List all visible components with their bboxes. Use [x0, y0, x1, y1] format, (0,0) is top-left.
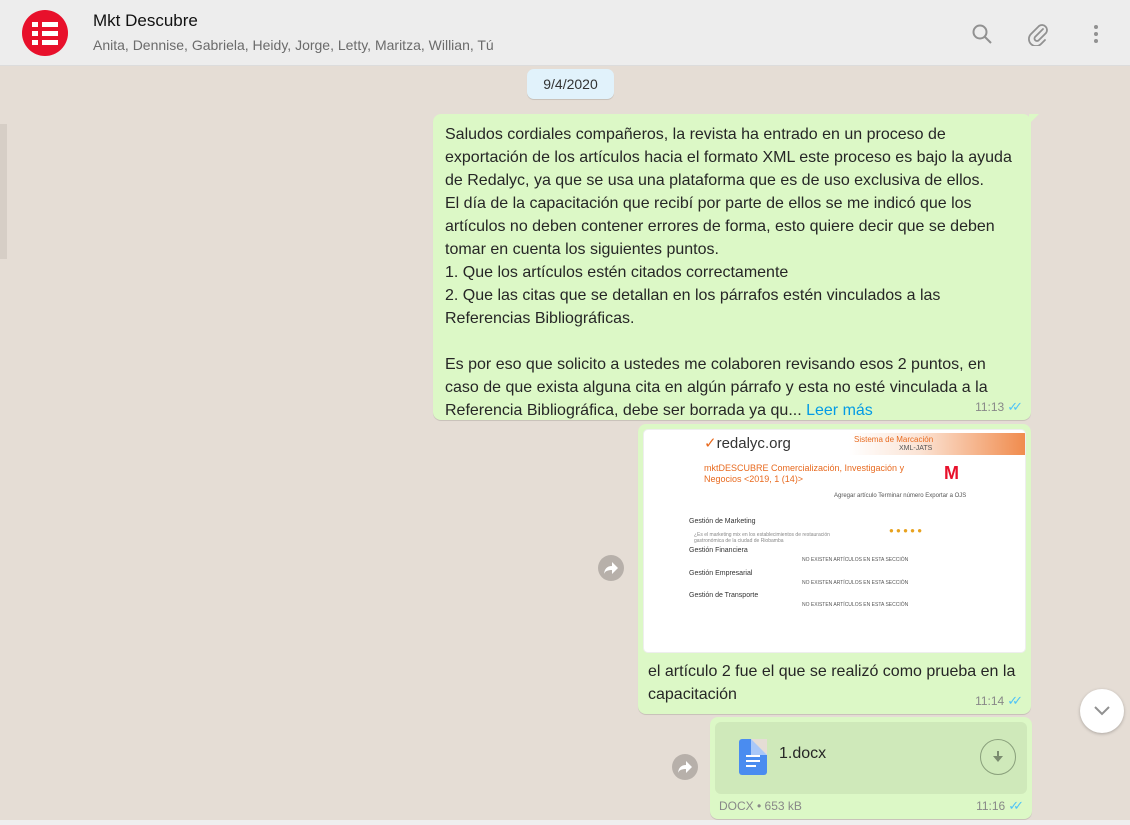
image-caption: el artículo 2 fue el que se realizó como… — [648, 660, 1023, 706]
xml-label: XML-JATS — [899, 445, 933, 452]
outgoing-message[interactable]: Saludos cordiales compañeros, la revista… — [433, 114, 1039, 422]
section-name: Gestión de Transporte — [689, 592, 759, 599]
system-label: Sistema de Marcación — [854, 435, 934, 444]
section-name: Gestión de Marketing — [689, 518, 756, 525]
message-meta: 11:16 ✓✓ — [976, 798, 1024, 814]
composer-edge — [0, 820, 1130, 825]
forward-icon[interactable] — [598, 555, 624, 581]
journal-title: mktDESCUBRE Comercialización, Investigac… — [704, 463, 905, 484]
message-time: 11:14 — [975, 694, 1005, 708]
message-text: Saludos cordiales compañeros, la revista… — [445, 123, 1025, 422]
section-empty: NO EXISTEN ARTÍCULOS EN ESTA SECCIÓN — [802, 580, 909, 586]
section-name: Gestión Financiera — [689, 547, 748, 554]
logo-left: redalyc — [716, 435, 765, 452]
image-thumbnail[interactable]: ✓redalyc.org Sistema de Marcación XML-JA… — [643, 429, 1026, 653]
document-info: DOCX • 653 kB — [719, 799, 802, 813]
chat-members[interactable]: Anita, Dennise, Gabriela, Heidy, Jorge, … — [93, 37, 494, 53]
scroll-indicator — [0, 124, 7, 259]
download-icon[interactable] — [980, 739, 1016, 775]
document-card[interactable]: 1.docx — [715, 722, 1027, 794]
date-chip: 9/4/2020 — [527, 69, 614, 99]
document-filename: 1.docx — [779, 745, 827, 762]
journal-logo: M — [944, 463, 959, 483]
section-empty: NO EXISTEN ARTÍCULOS EN ESTA SECCIÓN — [802, 602, 909, 608]
outgoing-image-message[interactable]: ✓redalyc.org Sistema de Marcación XML-JA… — [638, 424, 1031, 714]
read-receipt-icon: ✓✓ — [1008, 798, 1024, 813]
message-meta: 11:13 ✓✓ — [975, 399, 1023, 415]
chat-header: Mkt Descubre Anita, Dennise, Gabriela, H… — [0, 0, 1130, 66]
read-receipt-icon: ✓✓ — [1007, 693, 1023, 708]
message-time: 11:16 — [976, 799, 1006, 813]
message-body: Saludos cordiales compañeros, la revista… — [445, 126, 1012, 419]
outgoing-document-message[interactable]: 1.docx DOCX • 653 kB 11:16 ✓✓ — [710, 717, 1032, 819]
redalyc-logo: ✓redalyc.org — [704, 435, 791, 452]
read-receipt-icon: ✓✓ — [1007, 399, 1023, 414]
read-more-link[interactable]: Leer más — [806, 402, 873, 419]
message-time: 11:13 — [975, 400, 1005, 414]
document-icon — [739, 739, 767, 775]
menu-icon[interactable] — [1083, 21, 1109, 47]
caption-text: el artículo 2 fue el que se realizó como… — [648, 663, 1016, 703]
section-empty: NO EXISTEN ARTÍCULOS EN ESTA SECCIÓN — [802, 557, 909, 563]
search-icon[interactable] — [969, 21, 995, 47]
bubble-tail — [1029, 114, 1039, 124]
scroll-down-button[interactable] — [1080, 689, 1124, 733]
message-list[interactable]: 9/4/2020 Saludos cordiales compañeros, l… — [0, 66, 1130, 825]
logo-right: .org — [764, 435, 791, 452]
chevron-down-icon — [1094, 706, 1110, 716]
section-sub: ¿Es el marketing mix en los establecimie… — [694, 532, 830, 544]
action-links: Agregar artículo Terminar número Exporta… — [834, 493, 967, 499]
chat-title[interactable]: Mkt Descubre — [93, 11, 198, 31]
message-meta: 11:14 ✓✓ — [975, 693, 1023, 709]
section-name: Gestión Empresarial — [689, 570, 753, 577]
status-dots: ● ● ● ● ● — [889, 526, 923, 535]
forward-icon[interactable] — [672, 754, 698, 780]
attach-icon[interactable] — [1025, 21, 1051, 47]
group-avatar[interactable] — [22, 10, 68, 56]
